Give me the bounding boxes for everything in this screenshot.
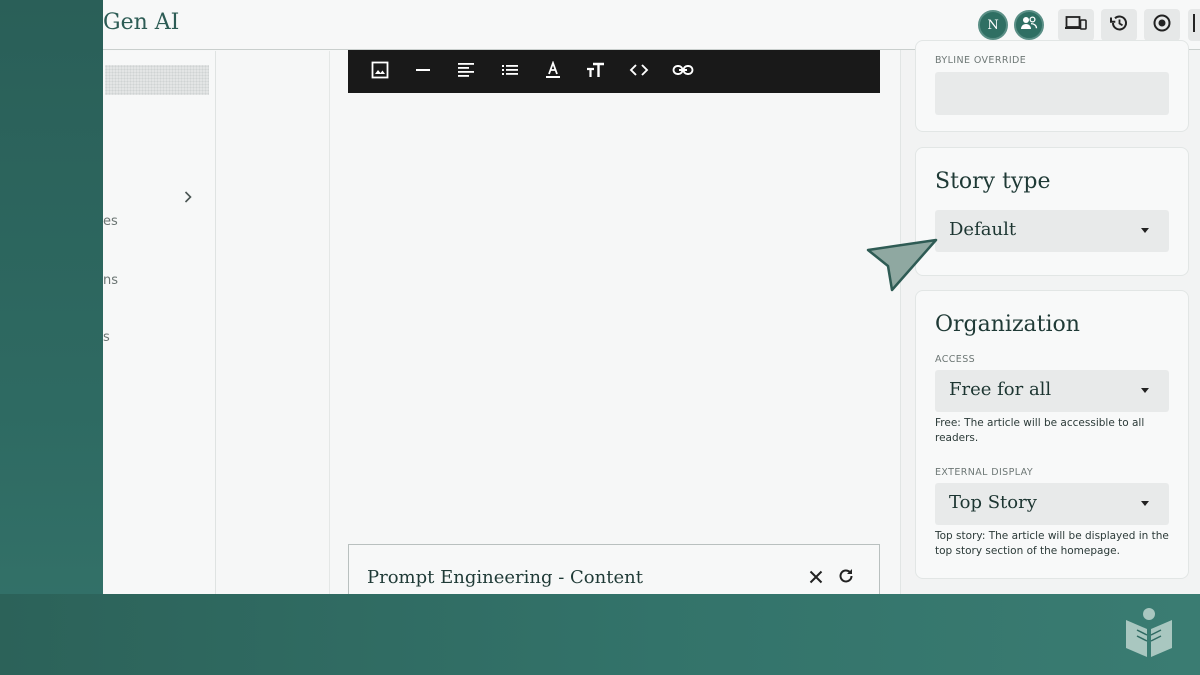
dropdown-arrow-icon	[1141, 228, 1149, 233]
link-icon	[672, 61, 694, 83]
user-group-icon	[1020, 15, 1038, 35]
bulleted-list-button[interactable]	[488, 50, 531, 93]
text-color-button[interactable]	[531, 50, 574, 93]
story-type-value: Default	[949, 219, 1017, 240]
external-display-value: Top Story	[949, 492, 1037, 513]
insert-image-button[interactable]	[358, 50, 401, 93]
organization-title: Organization	[935, 312, 1080, 337]
background-bottom-band	[0, 594, 1200, 675]
horizontal-rule-icon	[414, 61, 432, 83]
image-icon	[371, 61, 389, 83]
editor-toolbar	[348, 50, 880, 93]
access-label: ACCESS	[935, 354, 976, 365]
list-icon	[501, 61, 519, 83]
refresh-icon	[837, 567, 855, 589]
target-icon	[1152, 13, 1172, 37]
prompt-engineering-panel: Prompt Engineering - Content	[348, 544, 880, 594]
devices-icon	[1065, 15, 1087, 35]
organization-card: Organization ACCESS Free for all Free: T…	[915, 290, 1189, 579]
text-size-icon	[586, 61, 606, 83]
close-icon	[809, 569, 823, 588]
chevron-right-icon[interactable]	[183, 189, 193, 208]
external-display-select[interactable]: Top Story	[935, 483, 1169, 525]
access-help-text: Free: The article will be accessible to …	[935, 417, 1145, 444]
brand-title: Gen AI	[103, 10, 180, 35]
dropdown-arrow-icon	[1141, 501, 1149, 506]
byline-override-label: BYLINE OVERRIDE	[935, 55, 1027, 66]
settings-panel: BYLINE OVERRIDE Story type Default Organ…	[900, 40, 1200, 594]
story-type-select[interactable]: Default	[935, 210, 1169, 252]
byline-override-input[interactable]	[935, 72, 1169, 115]
external-display-help-text: Top story: The article will be displayed…	[935, 530, 1169, 557]
story-type-title: Story type	[935, 169, 1051, 194]
access-value: Free for all	[949, 379, 1052, 400]
horizontal-rule-button[interactable]	[401, 50, 444, 93]
byline-card: BYLINE OVERRIDE	[915, 40, 1189, 132]
bar-icon	[1191, 14, 1197, 36]
user-avatar[interactable]: N	[978, 10, 1008, 40]
dropdown-arrow-icon	[1141, 388, 1149, 393]
story-type-card: Story type Default	[915, 147, 1189, 276]
link-button[interactable]	[661, 50, 704, 93]
text-size-button[interactable]	[574, 50, 617, 93]
prompt-panel-title: Prompt Engineering - Content	[367, 567, 643, 588]
nav-item-active[interactable]	[105, 65, 209, 95]
nav-item-fragment[interactable]: s	[103, 330, 110, 345]
pointer-arrow-icon	[866, 236, 940, 296]
device-preview-button[interactable]	[1058, 9, 1094, 41]
text-color-icon	[544, 59, 562, 83]
external-display-label: EXTERNAL DISPLAY	[935, 467, 1034, 478]
avatar-initial: N	[987, 17, 999, 33]
nav-item-fragment[interactable]: es	[103, 214, 118, 229]
align-left-button[interactable]	[445, 50, 488, 93]
focus-button[interactable]	[1144, 9, 1180, 41]
history-button[interactable]	[1101, 9, 1137, 41]
collaborators-button[interactable]	[1014, 10, 1044, 40]
book-reader-logo-icon	[1124, 606, 1174, 664]
refresh-button[interactable]	[835, 567, 857, 589]
background-left-strip	[0, 0, 103, 675]
more-button[interactable]	[1188, 9, 1200, 41]
code-button[interactable]	[618, 50, 661, 93]
secondary-column	[216, 51, 330, 594]
app-window: Gen AI N es ns s Prompt Engineering - Co…	[103, 0, 1200, 594]
code-icon	[629, 61, 649, 83]
align-left-icon	[457, 61, 475, 83]
history-icon	[1109, 13, 1129, 37]
access-select[interactable]: Free for all	[935, 370, 1169, 412]
close-panel-button[interactable]	[805, 567, 827, 589]
nav-item-fragment[interactable]: ns	[103, 273, 118, 288]
left-navigation: es ns s	[103, 51, 216, 594]
